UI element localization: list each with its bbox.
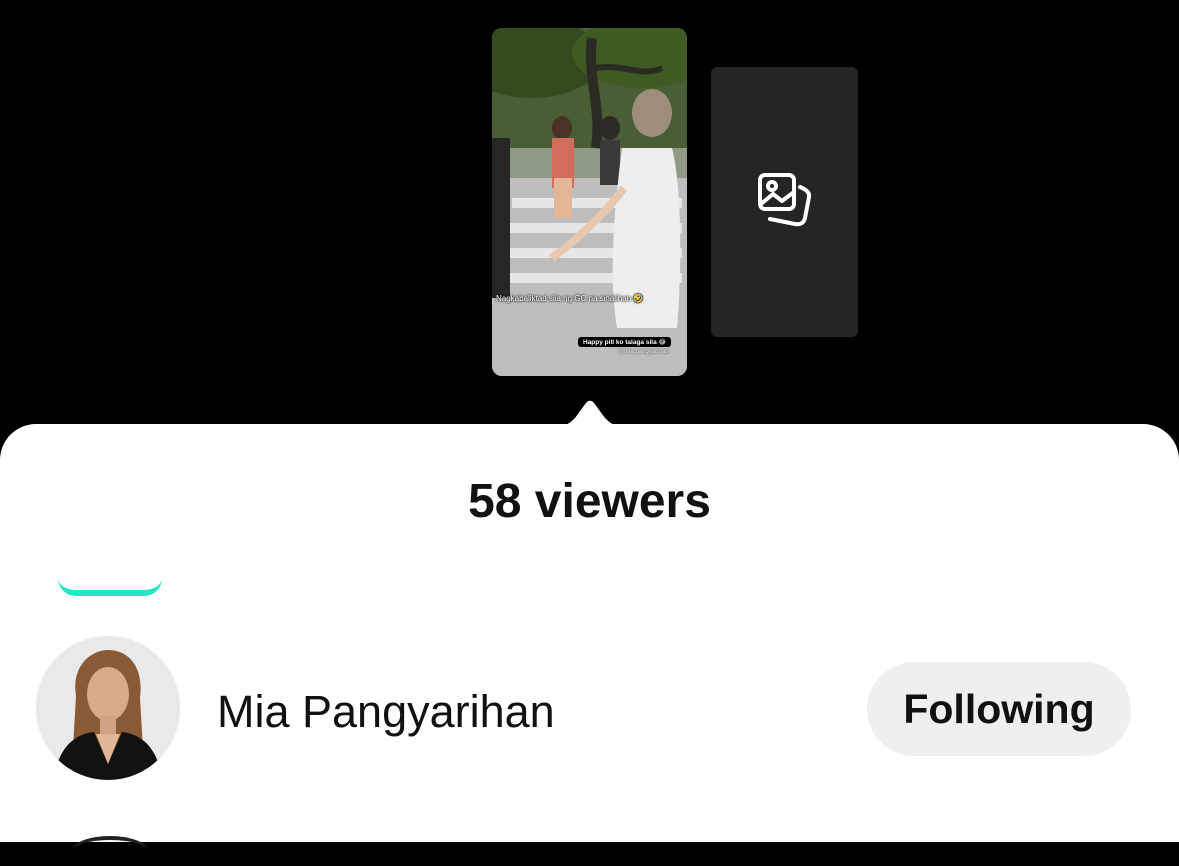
viewer-row[interactable]: Mia Pangyarihan Following xyxy=(0,636,1179,782)
viewer-name[interactable]: Mia Pangyarihan xyxy=(217,686,555,738)
add-story-tile[interactable] xyxy=(711,67,858,337)
viewers-count-title: 58 viewers xyxy=(468,475,711,528)
next-viewer-avatar xyxy=(72,836,148,866)
following-button[interactable]: Following xyxy=(867,662,1131,756)
viewers-sheet: 58 viewers Mia Pangyarihan Following xyxy=(0,424,1179,842)
story-stage: Nagkabaliktad sila ng GC na sinalihan 🤣 … xyxy=(0,0,1179,430)
previous-avatar-ring xyxy=(58,578,162,596)
avatar[interactable] xyxy=(36,636,180,780)
photo-gallery-icon xyxy=(755,170,815,235)
story-caption: Nagkabaliktad sila ng GC na sinalihan 🤣 xyxy=(496,294,644,303)
story-thumbnail[interactable]: Nagkabaliktad sila ng GC na sinalihan 🤣 … xyxy=(492,28,687,376)
story-photo xyxy=(492,28,687,376)
story-sticker: Happy pill ko talaga sila 😂 xyxy=(578,337,672,347)
story-handle: @mia.pangyarihan xyxy=(618,349,669,355)
